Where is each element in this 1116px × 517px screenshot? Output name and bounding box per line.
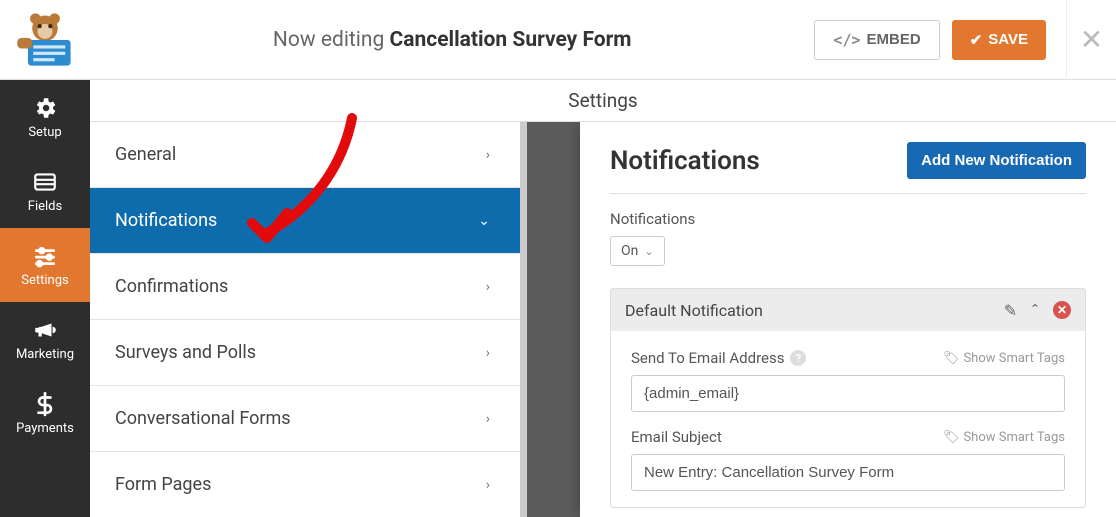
- subnav-surveys[interactable]: Surveys and Polls ›: [90, 320, 520, 386]
- topbar-buttons: </> EMBED ✔ SAVE: [814, 20, 1056, 60]
- chevron-right-icon: ›: [486, 411, 490, 427]
- embed-label: EMBED: [867, 31, 921, 48]
- rail-setup[interactable]: Setup: [0, 80, 90, 154]
- sendto-label-text: Send To Email Address: [631, 349, 784, 367]
- chevron-down-icon: ⌄: [644, 245, 653, 258]
- smart-tags-label: Show Smart Tags: [963, 351, 1065, 366]
- content-panel: Notifications Add New Notification Notif…: [580, 122, 1116, 517]
- subject-input[interactable]: [631, 454, 1065, 491]
- notifications-toggle-value: On: [621, 243, 638, 259]
- settings-body: General › Notifications ⌄ Confirmations …: [90, 122, 1116, 517]
- rail-payments-label: Payments: [16, 421, 74, 436]
- chevron-up-icon[interactable]: ˆ: [1031, 301, 1039, 320]
- show-smart-tags-sendto[interactable]: 🏷 Show Smart Tags: [943, 351, 1065, 366]
- notifications-toggle-select[interactable]: On ⌄: [610, 236, 665, 266]
- notification-card-body: Send To Email Address ? 🏷 Show Smart Tag…: [611, 331, 1085, 491]
- sendto-row: Send To Email Address ? 🏷 Show Smart Tag…: [631, 349, 1065, 412]
- list-icon: [32, 169, 58, 195]
- rail-settings-label: Settings: [21, 273, 68, 288]
- notification-card-title: Default Notification: [625, 301, 763, 320]
- notifications-toggle-label: Notifications: [610, 210, 1086, 228]
- subject-label: Email Subject: [631, 428, 722, 446]
- topbar: Now editing Cancellation Survey Form </>…: [0, 0, 1116, 80]
- chevron-right-icon: ›: [486, 477, 490, 493]
- notification-card: Default Notification ✎ ˆ ✕ Send To Email…: [610, 288, 1086, 508]
- rail-payments[interactable]: Payments: [0, 376, 90, 450]
- subnav-conversational-label: Conversational Forms: [115, 408, 291, 429]
- subnav-notifications-label: Notifications: [115, 210, 217, 231]
- subnav-general-label: General: [115, 144, 176, 165]
- bullhorn-icon: [32, 317, 58, 343]
- settings-column: Settings General › Notifications ⌄ Confi…: [90, 80, 1116, 517]
- subnav-conversational[interactable]: Conversational Forms ›: [90, 386, 520, 452]
- settings-header: Settings: [90, 80, 1116, 122]
- form-name: Cancellation Survey Form: [390, 28, 632, 52]
- notification-card-header: Default Notification ✎ ˆ ✕: [611, 289, 1085, 331]
- subnav-formpages[interactable]: Form Pages ›: [90, 452, 520, 517]
- help-icon[interactable]: ?: [790, 350, 806, 366]
- tag-icon: 🏷: [943, 351, 960, 366]
- pencil-icon[interactable]: ✎: [1004, 301, 1017, 320]
- subnav-general[interactable]: General ›: [90, 122, 520, 188]
- rail-marketing-label: Marketing: [16, 347, 74, 362]
- app-logo: [0, 0, 90, 80]
- chevron-right-icon: ›: [486, 279, 490, 295]
- chevron-right-icon: ›: [486, 345, 490, 361]
- sendto-input[interactable]: [631, 375, 1065, 412]
- chevron-right-icon: ›: [486, 147, 490, 163]
- subject-row: Email Subject 🏷 Show Smart Tags: [631, 428, 1065, 491]
- rail-marketing[interactable]: Marketing: [0, 302, 90, 376]
- content-heading: Notifications: [610, 146, 760, 176]
- subnav-confirmations[interactable]: Confirmations ›: [90, 254, 520, 320]
- close-button[interactable]: ✕: [1066, 0, 1116, 80]
- chevron-down-icon: ⌄: [478, 213, 490, 229]
- subnav-notifications[interactable]: Notifications ⌄: [90, 188, 520, 254]
- rail-settings[interactable]: Settings: [0, 228, 90, 302]
- settings-subnav: General › Notifications ⌄ Confirmations …: [90, 122, 520, 517]
- notification-card-actions: ✎ ˆ ✕: [1004, 301, 1071, 320]
- subnav-formpages-label: Form Pages: [115, 474, 211, 495]
- divider-strip: [520, 122, 580, 517]
- gear-icon: [32, 95, 58, 121]
- save-button[interactable]: ✔ SAVE: [952, 20, 1046, 60]
- rail-fields-label: Fields: [28, 199, 62, 214]
- editing-title: Now editing Cancellation Survey Form: [90, 28, 814, 52]
- smart-tags-label: Show Smart Tags: [963, 430, 1065, 445]
- main-area: Setup Fields Settings Marketing Payments…: [0, 80, 1116, 517]
- sendto-label: Send To Email Address ?: [631, 349, 806, 367]
- subnav-confirmations-label: Confirmations: [115, 276, 228, 297]
- content-header: Notifications Add New Notification: [610, 142, 1086, 194]
- show-smart-tags-subject[interactable]: 🏷 Show Smart Tags: [943, 430, 1065, 445]
- rail-setup-label: Setup: [28, 125, 61, 140]
- code-icon: </>: [833, 31, 860, 49]
- tag-icon: 🏷: [943, 430, 960, 445]
- left-rail: Setup Fields Settings Marketing Payments: [0, 80, 90, 517]
- subnav-scrollbar[interactable]: [520, 122, 527, 517]
- embed-button[interactable]: </> EMBED: [814, 20, 939, 60]
- add-notification-button[interactable]: Add New Notification: [907, 142, 1086, 179]
- notifications-toggle-block: Notifications On ⌄: [610, 210, 1086, 266]
- dollar-icon: [32, 391, 58, 417]
- rail-fields[interactable]: Fields: [0, 154, 90, 228]
- check-icon: ✔: [970, 31, 983, 49]
- sliders-icon: [32, 243, 58, 269]
- subnav-surveys-label: Surveys and Polls: [115, 342, 256, 363]
- delete-icon[interactable]: ✕: [1053, 301, 1071, 319]
- editing-prefix: Now editing: [273, 28, 390, 52]
- save-label: SAVE: [988, 31, 1028, 48]
